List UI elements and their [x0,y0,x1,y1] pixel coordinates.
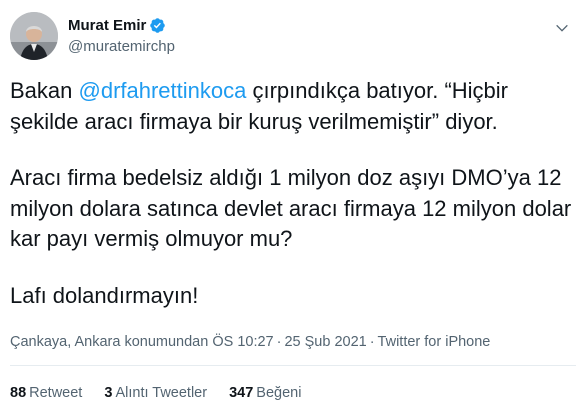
meta-separator: · [276,334,282,350]
quote-count[interactable]: 3 Alıntı Tweetler [104,385,207,401]
engagement-stats: 88 Retweet 3 Alıntı Tweetler 347 Beğeni [10,385,319,401]
tweet-meta: Çankaya, Ankara konumundan ÖS 10:27 · 25 Ş… [10,334,490,350]
quote-label: Alıntı Tweetler [115,385,208,401]
like-label: Beğeni [256,385,302,401]
tweet-text-segment: Bakan [10,78,79,103]
tweet-paragraph-1: Bakan @drfahrettinkoca çırpındıkça batıy… [10,76,576,137]
divider [10,365,576,366]
tweet-header: Murat Emir @muratemirchp [10,12,576,62]
quote-number: 3 [104,385,113,401]
avatar[interactable] [10,12,58,60]
retweet-number: 88 [10,385,27,401]
tweet-text: Bakan @drfahrettinkoca çırpındıkça batıy… [10,76,576,311]
display-name[interactable]: Murat Emir [68,17,146,34]
like-number: 347 [229,385,254,401]
user-handle[interactable]: @muratemirchp [68,38,175,55]
tweet-source[interactable]: Twitter for iPhone [378,334,491,350]
tweet-paragraph-3: Lafı dolandırmayın! [10,282,199,308]
avatar-photo [10,12,58,60]
meta-separator: · [369,334,375,350]
tweet-time[interactable]: ÖS 10:27 [212,334,273,350]
location[interactable]: Çankaya, Ankara konumundan [10,334,208,350]
like-count[interactable]: 347 Beğeni [229,385,301,401]
verified-badge-icon [150,18,166,34]
tweet-paragraph-2: Aracı firma bedelsiz aldığı 1 milyon doz… [10,165,572,251]
chevron-down-icon[interactable] [554,20,570,36]
mention-link[interactable]: @drfahrettinkoca [79,78,247,103]
retweet-label: Retweet [29,385,83,401]
tweet-date[interactable]: 25 Şub 2021 [284,334,366,350]
retweet-count[interactable]: 88 Retweet [10,385,82,401]
